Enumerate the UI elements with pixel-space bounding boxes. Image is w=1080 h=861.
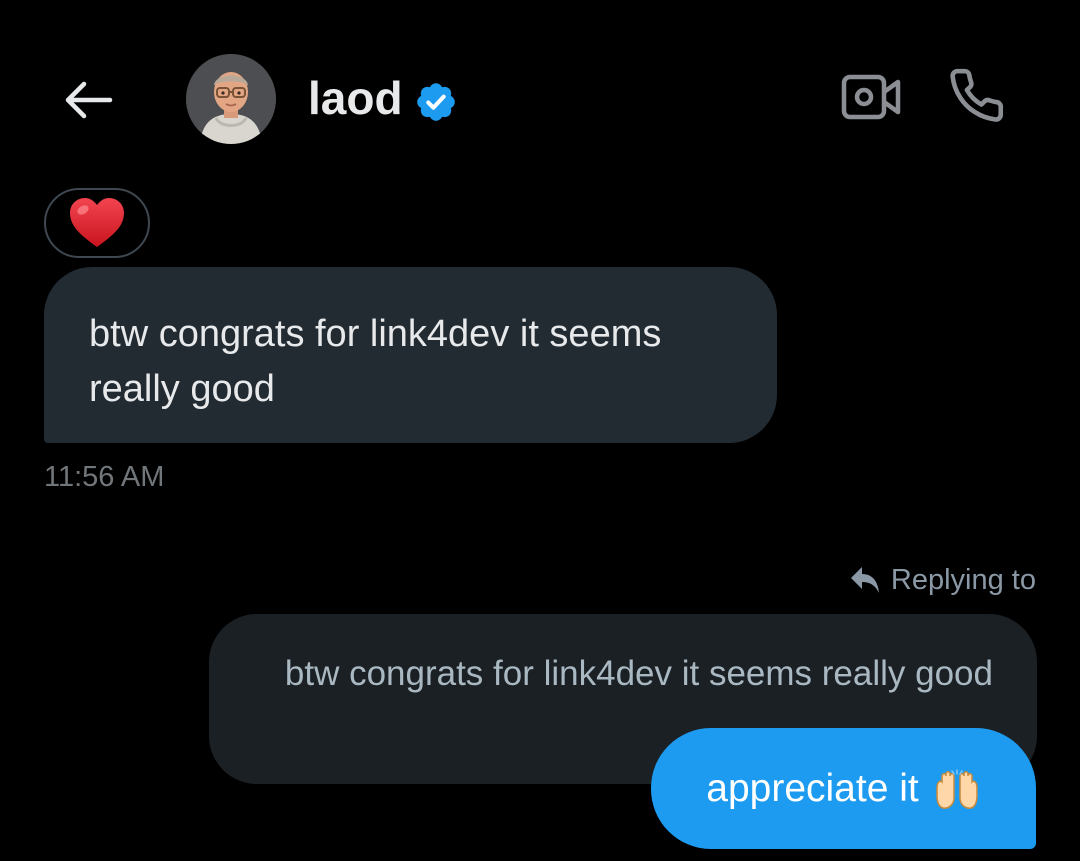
sent-message-bubble[interactable]: appreciate it bbox=[651, 728, 1036, 849]
replying-to-label: Replying to bbox=[836, 558, 1036, 602]
arrow-left-icon bbox=[65, 81, 113, 119]
phone-icon bbox=[950, 68, 1004, 122]
avatar[interactable] bbox=[186, 54, 276, 144]
video-call-button[interactable] bbox=[838, 68, 904, 126]
heart-icon bbox=[70, 198, 124, 247]
message-timestamp: 11:56 AM bbox=[44, 461, 165, 493]
voice-call-button[interactable] bbox=[944, 62, 1014, 132]
quoted-message-text: btw congrats for link4dev it seems reall… bbox=[284, 654, 993, 693]
reply-arrow-icon bbox=[850, 567, 879, 593]
verified-badge-icon bbox=[414, 80, 458, 124]
video-camera-icon bbox=[841, 74, 901, 120]
received-message-bubble[interactable]: btw congrats for link4dev it seems reall… bbox=[44, 267, 777, 443]
back-button[interactable] bbox=[60, 72, 116, 128]
sent-message-text: appreciate it bbox=[706, 766, 919, 810]
received-message-text: btw congrats for link4dev it seems reall… bbox=[89, 313, 662, 410]
replying-to-text: Replying to bbox=[890, 563, 1036, 596]
avatar-image bbox=[186, 54, 276, 144]
raising-hands-icon bbox=[933, 768, 981, 810]
reaction-badge[interactable] bbox=[44, 188, 150, 258]
contact-name[interactable]: laod bbox=[308, 70, 403, 126]
